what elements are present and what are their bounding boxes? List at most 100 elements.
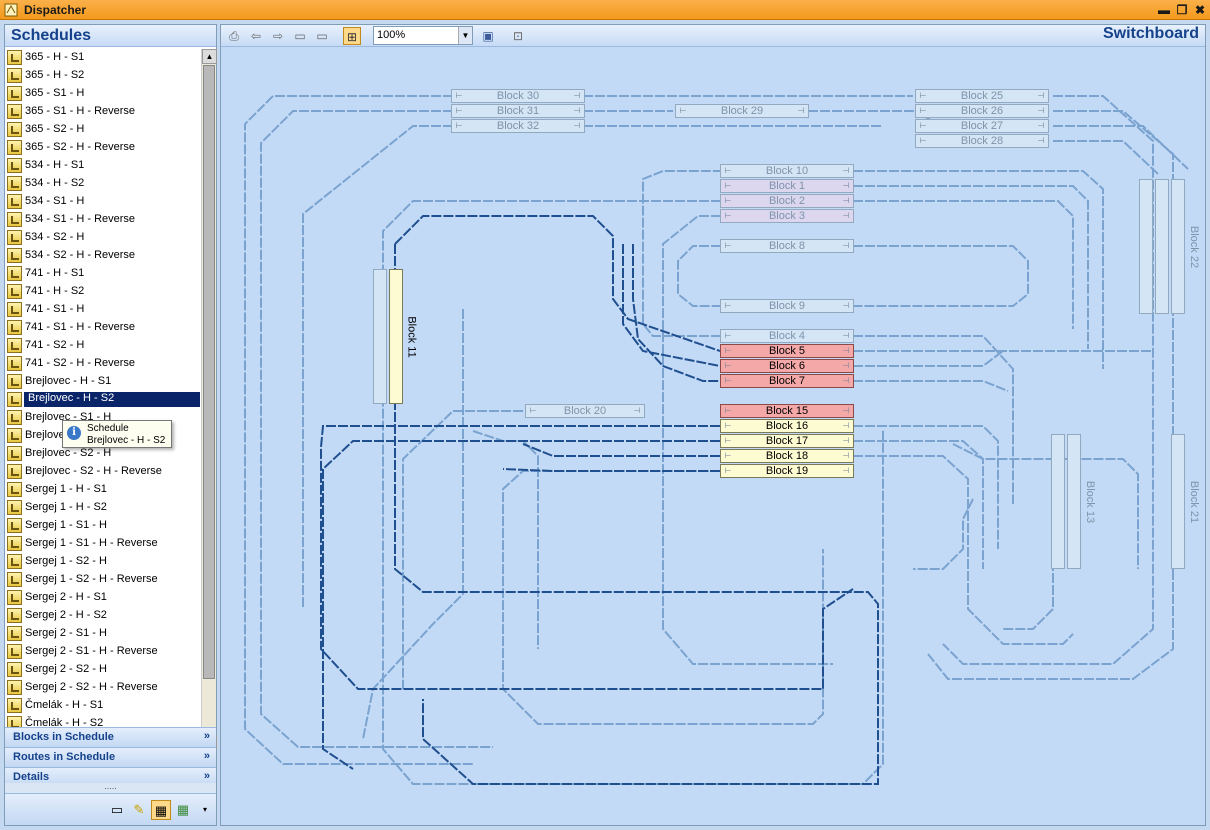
zoom-select[interactable]: 100% ▼	[373, 26, 473, 45]
schedule-list-item[interactable]: 365 - S1 - H - Reverse	[5, 103, 201, 121]
schedule-list-item[interactable]: Sergej 1 - S1 - H - Reverse	[5, 535, 201, 553]
scroll-thumb[interactable]	[203, 65, 215, 679]
schedule-list-item[interactable]: 741 - S2 - H - Reverse	[5, 355, 201, 373]
block-6[interactable]: ⊢ Block 6 ⊣	[720, 359, 854, 373]
close-button[interactable]: ✖	[1192, 2, 1208, 18]
block-11[interactable]: Block 11	[389, 269, 418, 404]
schedule-list-item[interactable]: 534 - H - S2	[5, 175, 201, 193]
schedule-list-item[interactable]: 365 - S2 - H - Reverse	[5, 139, 201, 157]
block-29[interactable]: ⊢ Block 29 ⊣	[675, 104, 809, 118]
schedule-list-item[interactable]: 741 - S1 - H	[5, 301, 201, 319]
block-18[interactable]: ⊢ Block 18 ⊣	[720, 449, 854, 463]
block-12[interactable]: Block 12	[373, 269, 402, 404]
scroll-up-button[interactable]: ▲	[202, 49, 217, 64]
schedule-list-item[interactable]: Sergej 2 - H - S1	[5, 589, 201, 607]
schedule-list-item[interactable]: 534 - S1 - H	[5, 193, 201, 211]
block-25[interactable]: ⊢ Block 25 ⊣	[915, 89, 1049, 103]
minimize-button[interactable]: ▬	[1156, 2, 1172, 18]
schedule-list-item[interactable]: Sergej 1 - S1 - H	[5, 517, 201, 535]
schedule-list-item[interactable]: Sergej 2 - H - S2	[5, 607, 201, 625]
schedules-view-icon[interactable]: ▦	[151, 800, 171, 820]
window-icon[interactable]: ▭	[291, 27, 309, 45]
blocks-view-icon[interactable]: ▭	[107, 800, 127, 820]
block-32[interactable]: ⊢ Block 32 ⊣	[451, 119, 585, 133]
schedule-label: Sergej 1 - H - S1	[25, 483, 107, 495]
arrow-left-icon[interactable]: ⇦	[247, 27, 265, 45]
schedule-list-item[interactable]: 365 - H - S1	[5, 49, 201, 67]
layout-tree-icon[interactable]: ⊞	[343, 27, 361, 45]
schedule-list-item[interactable]: 534 - S2 - H	[5, 229, 201, 247]
schedule-list-item[interactable]: Brejlovec - S2 - H - Reverse	[5, 463, 201, 481]
block-10[interactable]: ⊢ Block 10 ⊣	[720, 164, 854, 178]
fit-page-icon[interactable]: ▣	[479, 27, 497, 45]
block-14[interactable]: Block 14	[1051, 434, 1080, 569]
block-8[interactable]: ⊢ Block 8 ⊣	[720, 239, 854, 253]
schedule-list-item[interactable]: Sergej 1 - S2 - H	[5, 553, 201, 571]
block-21[interactable]: Block 21	[1171, 434, 1200, 569]
block-19[interactable]: ⊢ Block 19 ⊣	[720, 464, 854, 478]
block-26[interactable]: ⊢ Block 26 ⊣	[915, 104, 1049, 118]
block-5[interactable]: ⊢ Block 5 ⊣	[720, 344, 854, 358]
panel-splitter-grip[interactable]: .....	[5, 782, 216, 793]
window-alt-icon[interactable]: ▭	[313, 27, 331, 45]
block-9[interactable]: ⊢ Block 9 ⊣	[720, 299, 854, 313]
block-3[interactable]: ⊢ Block 3 ⊣	[720, 209, 854, 223]
schedule-list-item[interactable]: Brejlovec - H - S1	[5, 373, 201, 391]
block-end-icon: ⊢	[529, 406, 537, 415]
schedule-list-item[interactable]: Sergej 2 - S1 - H - Reverse	[5, 643, 201, 661]
schedule-list-item[interactable]: 534 - S2 - H - Reverse	[5, 247, 201, 265]
schedule-list-item[interactable]: 365 - S2 - H	[5, 121, 201, 139]
block-22[interactable]: Block 22	[1171, 179, 1200, 314]
block-2[interactable]: ⊢ Block 2 ⊣	[720, 194, 854, 208]
accordion-routes-in-schedule[interactable]: Routes in Schedule »	[5, 747, 216, 767]
schedule-scrollbar[interactable]: ▲ ▼	[201, 49, 217, 751]
block-13[interactable]: Block 13	[1067, 434, 1096, 569]
block-1[interactable]: ⊢ Block 1 ⊣	[720, 179, 854, 193]
block-15[interactable]: ⊢ Block 15 ⊣	[720, 404, 854, 418]
block-4[interactable]: ⊢ Block 4 ⊣	[720, 329, 854, 343]
schedule-list-item[interactable]: 534 - H - S1	[5, 157, 201, 175]
schedule-list-item[interactable]: Sergej 2 - S2 - H	[5, 661, 201, 679]
print-icon[interactable]: ⎙	[225, 27, 243, 45]
window-title: Dispatcher	[24, 3, 87, 17]
schedule-list-item[interactable]: 741 - H - S2	[5, 283, 201, 301]
block-20[interactable]: ⊢ Block 20 ⊣	[525, 404, 645, 418]
tooltip-title: Schedule	[87, 423, 129, 434]
switchboard-canvas[interactable]: ⊢ Block 30 ⊣ ⊢ Block 31 ⊣ ⊢ Block 32 ⊣ ⊢ Block 29 ⊣…	[223, 49, 1203, 823]
block-7[interactable]: ⊢ Block 7 ⊣	[720, 374, 854, 388]
block-17[interactable]: ⊢ Block 17 ⊣	[720, 434, 854, 448]
schedule-list-item[interactable]: 741 - H - S1	[5, 265, 201, 283]
select-tool-icon[interactable]: ⊡	[509, 27, 527, 45]
block-31[interactable]: ⊢ Block 31 ⊣	[451, 104, 585, 118]
schedule-icon	[7, 698, 22, 713]
accordion-blocks-in-schedule[interactable]: Blocks in Schedule »	[5, 727, 216, 747]
more-options-icon[interactable]: ▾	[195, 800, 215, 820]
block-label: Block 22	[1188, 225, 1201, 268]
maximize-button[interactable]: ❐	[1174, 2, 1190, 18]
block-end-icon: ⊣	[842, 301, 850, 310]
block-24[interactable]: Block 24	[1139, 179, 1168, 314]
block-label: Block 3	[768, 210, 806, 222]
schedule-list-item[interactable]: 741 - S2 - H	[5, 337, 201, 355]
schedule-list-item[interactable]: 741 - S1 - H - Reverse	[5, 319, 201, 337]
schedule-list-item[interactable]: 365 - S1 - H	[5, 85, 201, 103]
schedule-list-item[interactable]: Sergej 1 - S2 - H - Reverse	[5, 571, 201, 589]
routes-view-icon[interactable]: ▦	[173, 800, 193, 820]
block-27[interactable]: ⊢ Block 27 ⊣	[915, 119, 1049, 133]
schedule-list-item[interactable]: Sergej 1 - H - S2	[5, 499, 201, 517]
schedule-list-item[interactable]: 534 - S1 - H - Reverse	[5, 211, 201, 229]
schedule-list-item[interactable]: Brejlovec - H - S2	[5, 391, 201, 409]
block-23[interactable]: Block 23	[1155, 179, 1184, 314]
schedule-list-item[interactable]: Sergej 2 - S1 - H	[5, 625, 201, 643]
pencil-icon[interactable]: ✎	[129, 800, 149, 820]
schedule-list-item[interactable]: Sergej 1 - H - S1	[5, 481, 201, 499]
block-30[interactable]: ⊢ Block 30 ⊣	[451, 89, 585, 103]
arrow-right-icon[interactable]: ⇨	[269, 27, 287, 45]
chevron-down-icon[interactable]: ▼	[458, 27, 472, 44]
schedule-list-item[interactable]: Sergej 2 - S2 - H - Reverse	[5, 679, 201, 697]
schedule-list-item[interactable]: 365 - H - S2	[5, 67, 201, 85]
block-16[interactable]: ⊢ Block 16 ⊣	[720, 419, 854, 433]
schedule-icon	[7, 140, 22, 155]
block-28[interactable]: ⊢ Block 28 ⊣	[915, 134, 1049, 148]
schedule-list-item[interactable]: Čmelák - H - S1	[5, 697, 201, 715]
